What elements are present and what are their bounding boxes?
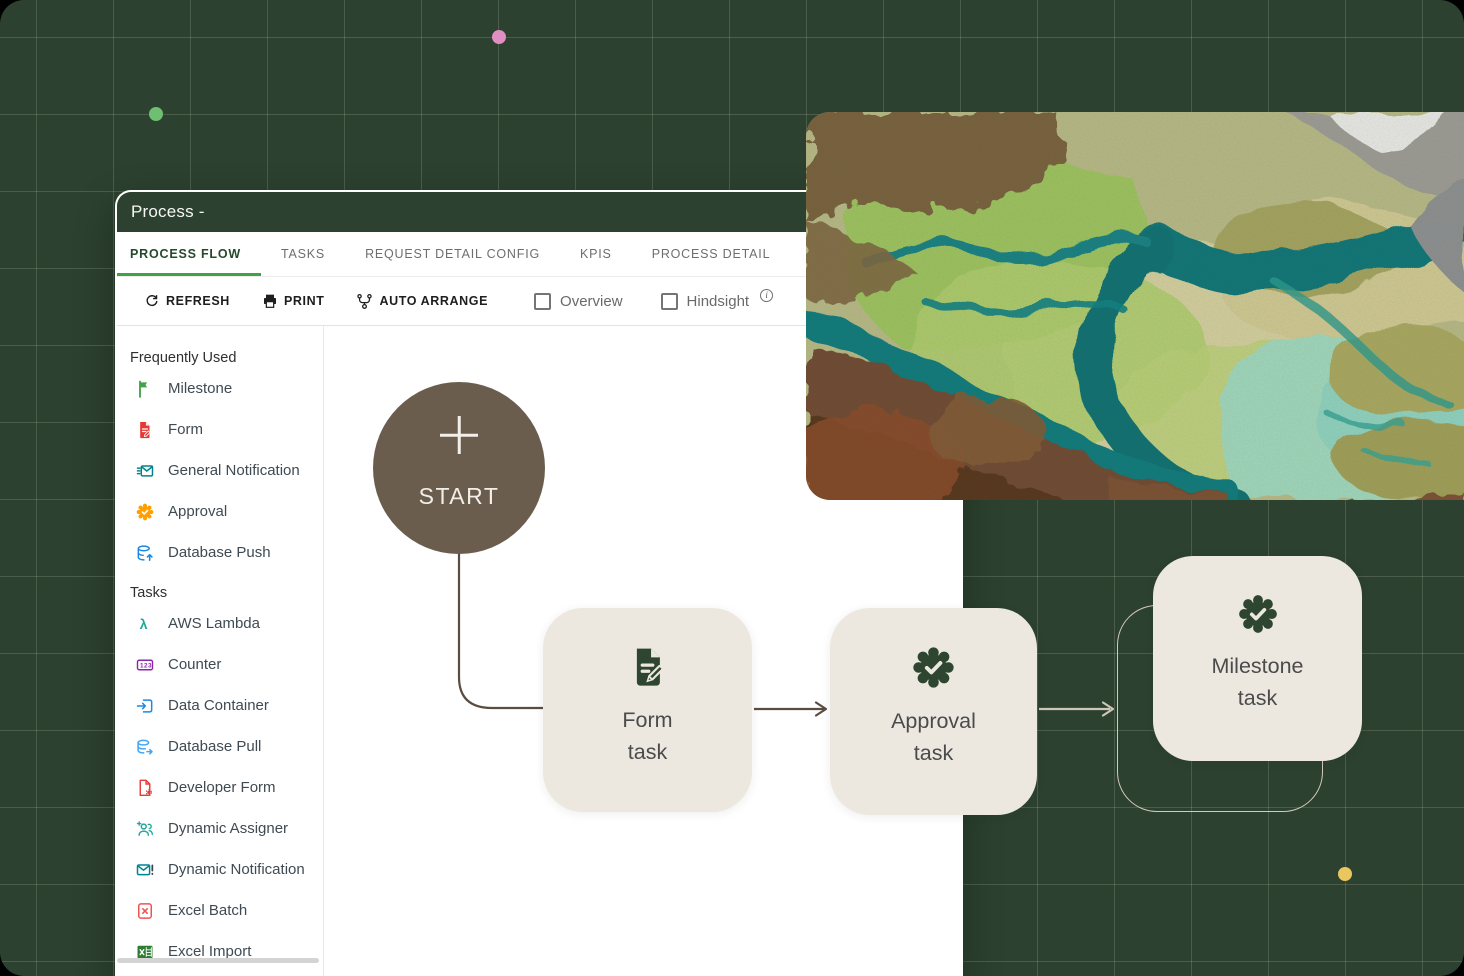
task-palette-sidebar: Frequently Used Milestone For (117, 326, 324, 976)
sidebar-item-data-container[interactable]: Data Container (117, 685, 323, 726)
sidebar-item-dynamic-assigner[interactable]: Dynamic Assigner (117, 808, 323, 849)
dynamic-notification-icon (135, 860, 155, 880)
section-title-frequently-used: Frequently Used (130, 350, 323, 366)
info-icon (760, 289, 773, 302)
checkbox-box[interactable] (661, 293, 678, 310)
node-label: Approval task (891, 705, 976, 770)
node-milestone-task[interactable]: Milestone task (1153, 556, 1362, 761)
tab-process-detail[interactable]: PROCESS DETAIL (632, 232, 791, 276)
pink-dot (492, 30, 506, 44)
green-dot (149, 107, 163, 121)
node-label: Form task (622, 704, 672, 769)
form-task-icon (625, 644, 671, 690)
milestone-seal-icon (1236, 592, 1280, 636)
excel-batch-icon (135, 901, 155, 921)
tab-process-flow[interactable]: PROCESS FLOW (117, 232, 261, 276)
tab-kpis[interactable]: KPIS (560, 232, 632, 276)
refresh-button[interactable]: REFRESH (144, 293, 230, 309)
general-notification-icon (135, 461, 155, 481)
aerial-photo-illustration (806, 112, 1464, 500)
refresh-icon (144, 293, 160, 309)
auto-arrange-button[interactable]: AUTO ARRANGE (356, 293, 488, 310)
database-pull-icon (135, 737, 155, 757)
checkbox-overview[interactable]: Overview (534, 293, 623, 310)
node-label: Milestone task (1211, 650, 1303, 715)
sidebar-item-database-push[interactable]: Database Push (117, 532, 323, 573)
counter-icon: 123 (135, 655, 155, 675)
milestone-flag-icon (135, 379, 155, 399)
checkbox-box[interactable] (534, 293, 551, 310)
plus-icon (440, 416, 478, 454)
sidebar-item-milestone[interactable]: Milestone (117, 368, 323, 409)
window-title: Process - (131, 202, 205, 222)
tab-tasks[interactable]: TASKS (261, 232, 345, 276)
sidebar-item-developer-form[interactable]: Developer Form (117, 767, 323, 808)
data-container-icon (135, 696, 155, 716)
node-form-task[interactable]: Form task (543, 608, 752, 812)
sidebar-item-form[interactable]: Form (117, 409, 323, 450)
sidebar-scrollbar[interactable] (117, 958, 319, 963)
form-doc-icon (135, 420, 155, 440)
node-approval-task[interactable]: Approval task (830, 608, 1037, 815)
sidebar-item-dynamic-notification[interactable]: Dynamic Notification (117, 849, 323, 890)
sidebar-item-database-pull[interactable]: Database Pull (117, 726, 323, 767)
start-node-label: START (419, 483, 500, 510)
start-node[interactable]: START (373, 382, 545, 554)
sidebar-item-excel-import[interactable]: Excel Import (117, 931, 323, 972)
aws-lambda-icon: λ (135, 614, 155, 634)
print-icon (262, 293, 278, 309)
auto-arrange-icon (356, 293, 373, 310)
svg-text:123: 123 (140, 662, 152, 669)
aerial-river-photo (806, 112, 1464, 500)
print-button[interactable]: PRINT (262, 293, 325, 309)
sidebar-item-counter[interactable]: 123 Counter (117, 644, 323, 685)
sidebar-item-general-notification[interactable]: General Notification (117, 450, 323, 491)
page-background: Process - PROCESS FLOW TASKS REQUEST DET… (0, 0, 1464, 976)
svg-text:λ: λ (140, 617, 148, 633)
section-title-tasks: Tasks (130, 585, 323, 601)
sidebar-item-excel-batch[interactable]: Excel Batch (117, 890, 323, 931)
approval-badge-icon (135, 502, 155, 522)
tab-request-detail-config[interactable]: REQUEST DETAIL CONFIG (345, 232, 560, 276)
database-push-icon (135, 543, 155, 563)
sidebar-item-aws-lambda[interactable]: λ AWS Lambda (117, 603, 323, 644)
approval-seal-icon (910, 644, 957, 691)
sidebar-item-approval[interactable]: Approval (117, 491, 323, 532)
developer-form-icon (135, 778, 155, 798)
checkbox-hindsight[interactable]: Hindsight (661, 293, 774, 310)
yellow-dot (1338, 867, 1352, 881)
dynamic-assigner-icon (135, 819, 155, 839)
